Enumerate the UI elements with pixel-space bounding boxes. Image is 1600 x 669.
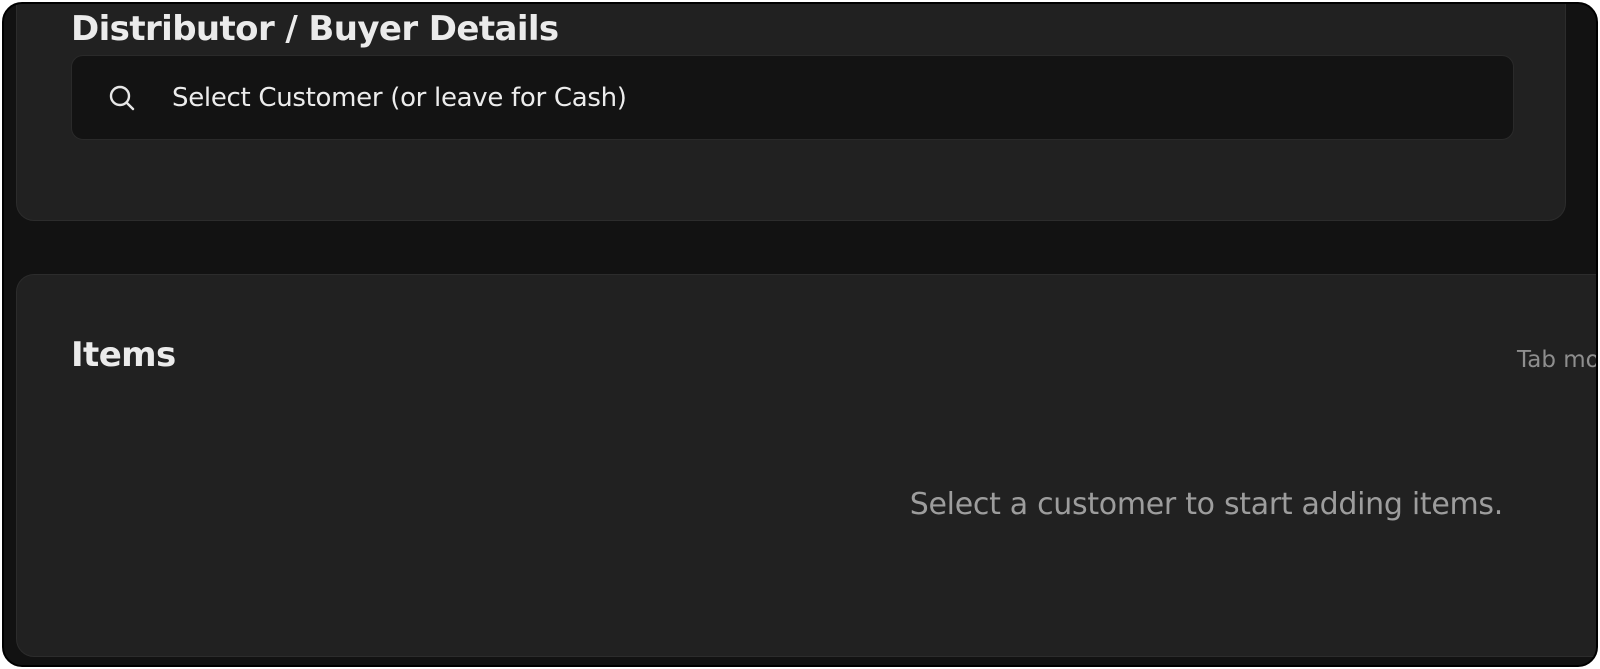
customer-search-input[interactable]	[172, 56, 1492, 139]
empty-items-message: Select a customer to start adding items.	[909, 487, 1504, 522]
customer-search-box[interactable]	[71, 55, 1514, 140]
items-title: Items	[71, 335, 176, 375]
app-window: Distributor / Buyer Details Items Tab mo…	[2, 2, 1598, 667]
search-icon	[107, 83, 137, 113]
buyer-details-title: Distributor / Buyer Details	[71, 9, 559, 49]
items-card: Items Tab mo Select a customer to start …	[16, 274, 1598, 657]
tab-mode-hint: Tab mo	[1517, 347, 1598, 373]
buyer-details-card: Distributor / Buyer Details	[16, 4, 1566, 221]
